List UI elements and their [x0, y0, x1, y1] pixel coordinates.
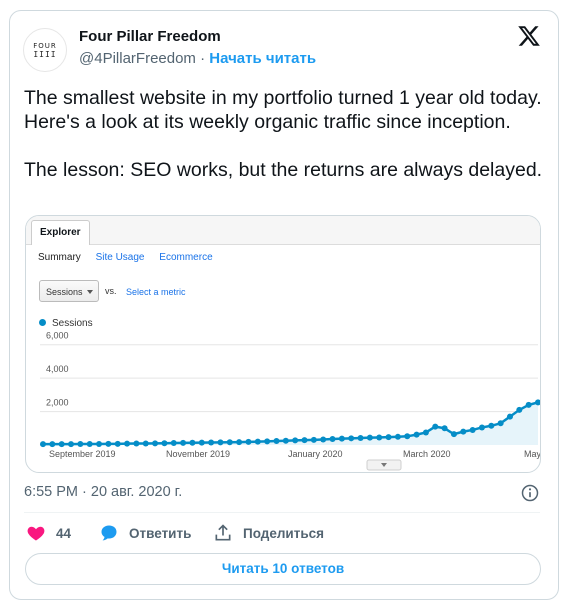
sessions-point [385, 434, 392, 441]
avatar-text-top: FOUR [33, 41, 57, 50]
reply-button[interactable]: Ответить [99, 521, 191, 545]
sessions-point [133, 440, 140, 447]
sessions-point [198, 439, 205, 446]
sessions-point [49, 441, 56, 448]
sessions-point [217, 439, 224, 446]
x-tick-label: May [524, 449, 541, 459]
sessions-point [208, 439, 215, 446]
sessions-point [189, 439, 196, 446]
sessions-point [338, 435, 345, 442]
sessions-point [264, 438, 271, 445]
share-button[interactable]: Поделиться [213, 521, 324, 545]
sessions-point [413, 431, 420, 438]
reply-bubble-icon [101, 525, 117, 541]
sessions-point [180, 439, 187, 446]
y-tick-label: 2,000 [46, 398, 69, 408]
sessions-point [142, 440, 149, 447]
sessions-point [273, 437, 280, 444]
info-icon[interactable] [520, 483, 540, 503]
author-handle[interactable]: @4PillarFreedom [79, 50, 196, 67]
share-icon [215, 524, 231, 541]
like-count: 44 [56, 525, 72, 541]
x-tick-label: November 2019 [166, 449, 230, 459]
sessions-point [497, 420, 504, 427]
sessions-point [292, 437, 299, 444]
sessions-point [310, 436, 317, 443]
sessions-point [450, 431, 457, 438]
y-tick-label: 6,000 [46, 331, 69, 341]
sessions-point [357, 434, 364, 441]
sessions-point [506, 413, 513, 420]
sessions-point [161, 440, 168, 447]
sessions-point [254, 438, 261, 445]
like-button[interactable]: 44 [26, 521, 71, 545]
sessions-point [124, 440, 131, 447]
sessions-point [432, 423, 439, 430]
x-tick-label: March 2020 [403, 449, 451, 459]
handle-separator: · [200, 50, 206, 67]
x-tick-label: January 2020 [288, 449, 343, 459]
tweet-text: The smallest website in my portfolio tur… [24, 87, 543, 181]
sessions-point [460, 428, 467, 435]
avatar[interactable]: FOUR IIII [23, 28, 67, 72]
x-logo-icon[interactable] [517, 24, 541, 48]
sessions-point [105, 440, 112, 447]
sessions-point [68, 441, 75, 448]
sessions-point [152, 440, 159, 447]
sessions-point [366, 434, 373, 441]
sessions-point [236, 439, 243, 446]
sessions-point [422, 429, 429, 436]
author-handle-row: @4PillarFreedom · Начать читать [79, 50, 316, 67]
sessions-point [301, 437, 308, 444]
tweet-media-image[interactable]: Explorer Summary Site Usage Ecommerce Se… [25, 215, 541, 473]
sessions-point [478, 424, 485, 431]
sessions-chart: 6,000 4,000 2,000 September 2019 November 20… [40, 331, 541, 471]
sessions-point [376, 434, 383, 441]
sessions-point [40, 441, 46, 448]
x-tick-label: September 2019 [49, 449, 116, 459]
sessions-point [245, 438, 252, 445]
sessions-point [226, 439, 233, 446]
sessions-point [282, 437, 289, 444]
reply-label: Ответить [129, 525, 192, 541]
tweet-timestamp[interactable]: 6:55 PM · 20 авг. 2020 г. [24, 484, 182, 500]
author-name[interactable]: Four Pillar Freedom [79, 28, 221, 45]
read-replies-button[interactable]: Читать 10 ответов [25, 553, 541, 585]
heart-icon [27, 526, 45, 541]
sessions-point [114, 440, 121, 447]
sessions-point [58, 441, 65, 448]
sessions-area [43, 402, 538, 445]
sessions-point [469, 426, 476, 433]
avatar-text-bottom: IIII [33, 49, 57, 59]
sessions-point [488, 422, 495, 429]
sessions-point [535, 399, 540, 406]
sessions-point [516, 406, 523, 413]
sessions-point [394, 433, 401, 440]
sessions-point [348, 435, 355, 442]
sessions-point [404, 433, 411, 440]
sessions-point [525, 401, 532, 408]
sessions-point [441, 425, 448, 432]
divider [24, 512, 540, 513]
sessions-point [329, 435, 336, 442]
sessions-point [77, 440, 84, 447]
sessions-point [320, 436, 327, 443]
y-tick-label: 4,000 [46, 364, 69, 374]
sessions-point [86, 440, 93, 447]
share-label: Поделиться [243, 525, 325, 541]
sessions-point [170, 439, 177, 446]
follow-link[interactable]: Начать читать [209, 50, 316, 67]
sessions-point [96, 440, 103, 447]
